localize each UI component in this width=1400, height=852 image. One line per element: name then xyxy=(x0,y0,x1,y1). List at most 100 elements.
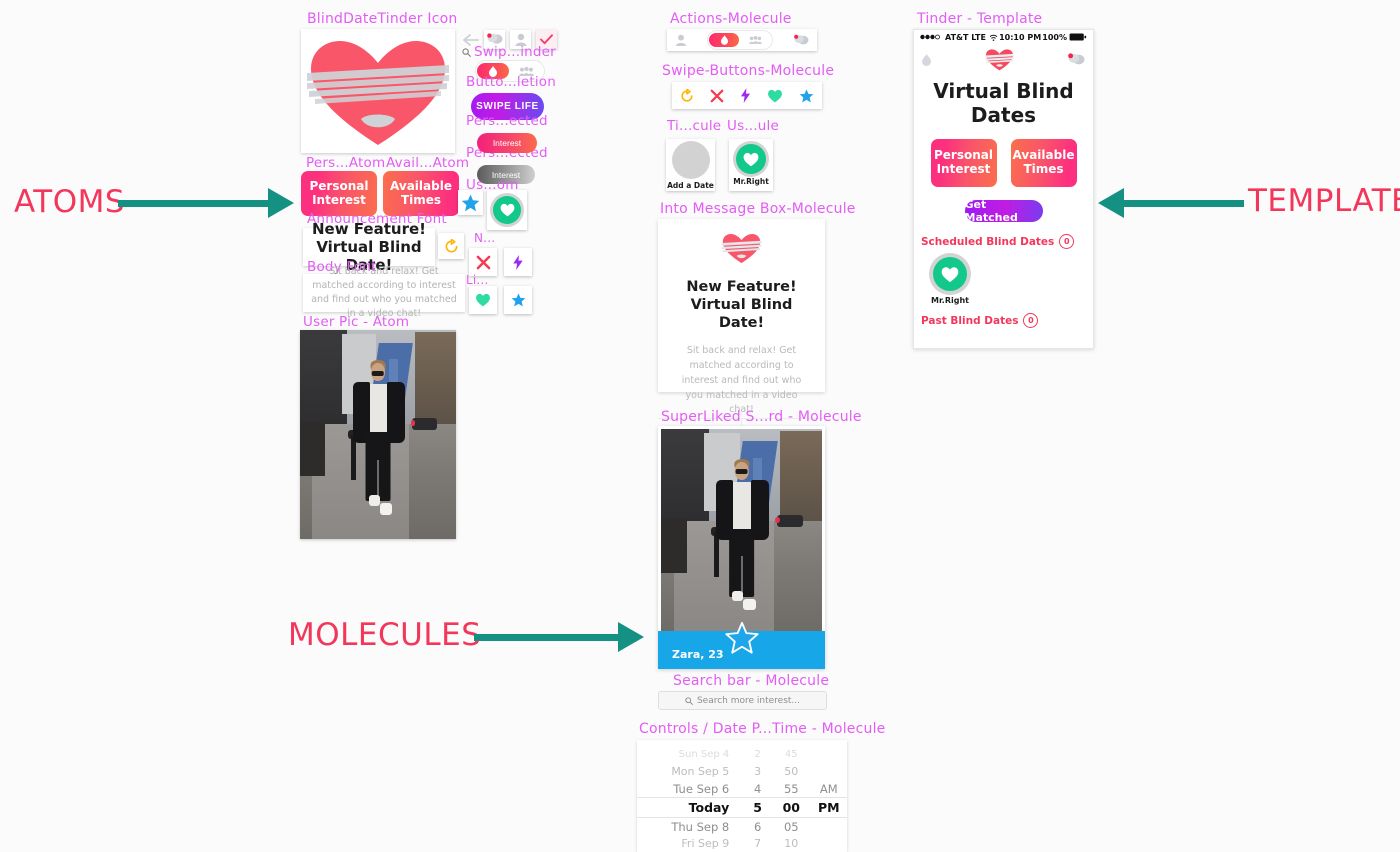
lightning-icon[interactable] xyxy=(740,88,751,103)
picker-row[interactable]: Sun Sep 4 2 45 xyxy=(637,746,847,763)
message-title: New Feature! Virtual Blind Date! xyxy=(686,279,797,332)
caption-user-pic-atom: User Pic - Atom xyxy=(303,314,410,330)
picker-day: Sun Sep 4 xyxy=(678,749,730,760)
picker-minute: 50 xyxy=(784,765,799,778)
add-a-date-molecule[interactable]: Add a Date xyxy=(666,139,715,191)
like-atom-tile[interactable] xyxy=(469,286,497,314)
get-matched-button[interactable]: Get Matched xyxy=(964,198,1043,224)
template-buttons-row: Personal Interest Available Times xyxy=(914,139,1093,187)
get-matched-row: Get Matched xyxy=(914,198,1093,224)
star-atom-tile[interactable] xyxy=(458,190,483,215)
rewind-atom-tile[interactable] xyxy=(438,233,464,259)
search-icon xyxy=(685,696,693,705)
carrier-label: AT&T LTE xyxy=(945,32,986,42)
poster-canvas: ATOMS MOLECULES TEMPLATE BlindDateTinder… xyxy=(0,0,1400,852)
chat-bubbles-icon[interactable] xyxy=(1067,52,1085,67)
caption-n: N... xyxy=(474,231,496,245)
person-icon[interactable] xyxy=(675,34,687,46)
superliked-card-molecule[interactable]: Zara, 23 xyxy=(658,426,825,669)
rewind-icon xyxy=(445,238,457,252)
battery-icon xyxy=(1069,33,1087,41)
search-bar-molecule[interactable]: Search more interest... xyxy=(658,691,827,710)
picker-row[interactable]: Tue Sep 6 4 55 AM xyxy=(637,780,847,797)
personal-interest-atom[interactable]: Personal Interest xyxy=(301,171,377,216)
caption-ti-cule: Ti...cule xyxy=(667,118,722,134)
caption-swipe-tinder: Swip...inder xyxy=(474,44,556,60)
available-times-line1: Available xyxy=(1012,148,1075,163)
picker-row[interactable]: Mon Sep 5 3 50 xyxy=(637,763,847,780)
picker-minute: 05 xyxy=(783,819,799,834)
picker-day: Thu Sep 8 xyxy=(671,819,730,834)
blindfolded-heart-icon[interactable] xyxy=(984,47,1015,72)
caption-button-deletion: Butto...letion xyxy=(466,74,557,90)
tinder-template-phone: AT&T LTE 10:10 PM 100% Virtual Blind Dat… xyxy=(913,29,1094,349)
picker-row[interactable]: Thu Sep 8 6 05 xyxy=(637,818,847,835)
star-icon xyxy=(511,293,525,307)
page-title: Virtual Blind Dates xyxy=(933,79,1074,127)
flame-people-toggle[interactable] xyxy=(707,30,773,50)
picker-row[interactable]: Fri Sep 9 7 10 xyxy=(637,835,847,852)
arrow-template xyxy=(1098,188,1244,218)
search-placeholder: Search more interest... xyxy=(696,695,801,706)
arrow-atoms xyxy=(118,188,294,218)
status-time: 10:10 PM xyxy=(999,32,1042,42)
user-name-label: Mr.Right xyxy=(931,296,969,305)
green-avatar xyxy=(736,144,766,174)
interest-selected-atom[interactable]: Interest xyxy=(477,133,537,153)
personal-interest-line1: Personal xyxy=(934,148,993,163)
available-times-line1: Available xyxy=(390,178,452,193)
boost-atom-tile[interactable] xyxy=(504,248,532,276)
flame-toggle-on[interactable] xyxy=(709,33,739,47)
personal-interest-button[interactable]: Personal Interest xyxy=(930,139,997,187)
superlike-badge[interactable] xyxy=(724,621,759,659)
past-label: Past Blind Dates xyxy=(921,314,1019,327)
heart-icon[interactable] xyxy=(767,89,783,103)
message-body: Sit back and relax! Get matched accordin… xyxy=(681,345,802,416)
empty-avatar-circle xyxy=(671,140,710,179)
personal-interest-line1: Personal xyxy=(309,178,369,193)
past-blind-dates-header: Past Blind Dates 0 xyxy=(921,313,1093,328)
card-photo xyxy=(661,429,822,634)
arrow-molecules xyxy=(474,622,644,652)
star-icon xyxy=(724,621,759,654)
user-card-molecule[interactable]: Mr.Right xyxy=(729,139,773,191)
scheduled-user-item[interactable]: Mr.Right xyxy=(928,257,972,305)
caption-pers-selected-2: Pers...ected xyxy=(466,113,548,129)
superlike-atom-tile[interactable] xyxy=(504,286,532,314)
user-pic-atom xyxy=(300,330,456,539)
picker-ampm: AM xyxy=(819,781,838,796)
actions-molecule xyxy=(667,29,817,51)
picker-hour: 6 xyxy=(753,819,762,834)
lightning-icon xyxy=(513,254,523,270)
people-icon xyxy=(748,36,762,44)
rewind-icon[interactable] xyxy=(680,88,694,103)
picker-hour: 5 xyxy=(753,800,762,815)
green-heart-atom-tile[interactable] xyxy=(487,190,527,230)
blinddate-heart-logo xyxy=(301,29,455,153)
picker-hour: 7 xyxy=(754,837,762,850)
flame-icon[interactable] xyxy=(922,53,931,66)
swipe-tinder-caption-row: Swip...inder xyxy=(462,44,556,60)
nope-atom-tile[interactable] xyxy=(469,248,497,276)
picker-day: Fri Sep 9 xyxy=(681,837,730,850)
message-logo xyxy=(658,230,825,266)
caption-personal-atom: Pers...Atom xyxy=(306,155,386,171)
star-icon[interactable] xyxy=(799,88,814,103)
wifi-icon xyxy=(989,34,998,41)
swipe-buttons-molecule xyxy=(672,82,822,109)
user-photo xyxy=(300,330,456,539)
date-time-picker-molecule[interactable]: Sun Sep 4 2 45 Mon Sep 5 3 50 Tue Sep 6 4 55 AM To… xyxy=(637,740,847,852)
picker-row[interactable]: Today 5 00 PM xyxy=(637,797,847,818)
status-right: 100% xyxy=(1042,33,1087,42)
available-times-atom[interactable]: Available Times xyxy=(383,171,459,216)
available-times-button[interactable]: Available Times xyxy=(1010,139,1077,187)
scheduled-label: Scheduled Blind Dates xyxy=(921,235,1055,248)
user-name-label: Mr.Right xyxy=(733,177,769,186)
picker-minute: 45 xyxy=(784,749,798,760)
people-toggle-off[interactable] xyxy=(739,36,771,44)
x-icon[interactable] xyxy=(710,89,724,103)
picker-hour: 2 xyxy=(754,749,761,760)
card-name-age: Zara, 23 xyxy=(672,648,724,661)
chat-bubbles-icon[interactable] xyxy=(793,34,809,47)
signal-dots-icon xyxy=(920,34,940,40)
